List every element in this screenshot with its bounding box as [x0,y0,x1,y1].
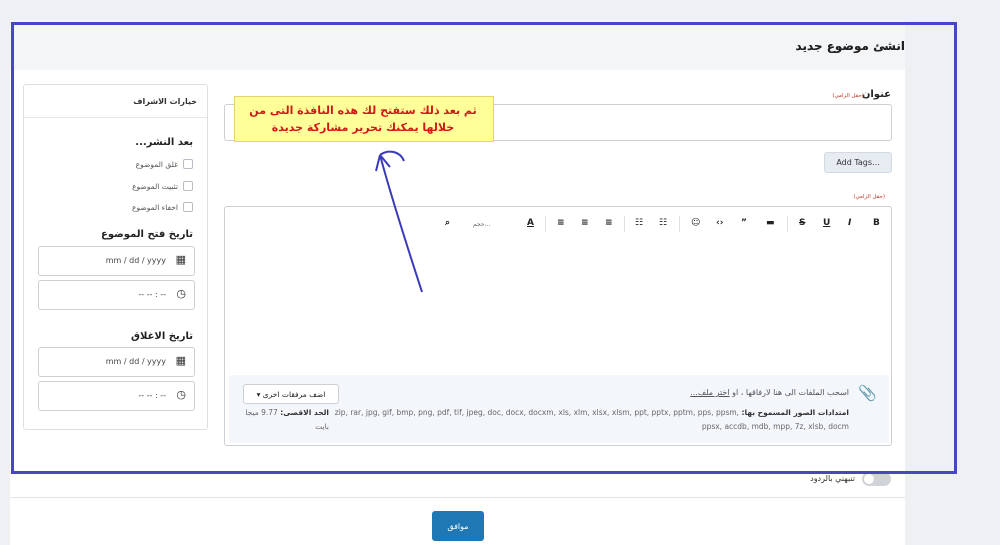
lock-topic-label: غلق الموضوع [135,159,178,169]
bold-button[interactable]: B [873,218,880,228]
toolbar-separator [787,216,788,232]
allowed-extensions-label: امتدادات الصور المسموح بها: [741,408,849,417]
numbered-list-icon[interactable]: ☷ [659,218,667,228]
add-attachments-label: اضف مرفقات اخرى [262,389,326,399]
strikethrough-button[interactable]: S [799,218,805,228]
emoji-icon[interactable]: ☺ [691,218,700,228]
quote-icon[interactable]: ” [741,218,747,228]
bullet-list-icon[interactable]: ☷ [635,218,643,228]
open-date-label: تاريخ فتح الموضوع [101,229,193,240]
open-date-input[interactable]: mm / dd / yyyy ▦ [38,246,195,276]
clock-icon[interactable]: ◷ [176,287,186,300]
sidebar-title: خيارات الاشراف [133,97,197,106]
sidebar-divider [24,117,207,118]
editor-toolbar: B I U S ▬ ” ‹› ☺ ☷ ☷ ≡ ≡ ≡ A حجم... ⌕ [225,207,891,241]
hide-topic-label: اخفاء الموضوع [131,202,178,212]
clock-icon[interactable]: ◷ [176,388,186,401]
close-time-placeholder: -- -- : -- [138,391,166,400]
title-label: عنوان [861,89,891,100]
calendar-icon[interactable]: ▦ [176,253,186,266]
callout-text: ثم بعد ذلك ستفتح لك هذه النافذة التى من … [249,104,477,134]
close-date-label: تاريخ الاغلاق [131,331,193,342]
open-time-placeholder: -- -- : -- [138,290,166,299]
lock-topic-checkbox[interactable] [183,159,193,169]
drop-text: اسحب الملفات الى هنا لارفاقها ، او [732,388,849,397]
open-time-input[interactable]: -- -- : -- ◷ [38,280,195,310]
font-color-button[interactable]: A [527,218,534,228]
font-size-dropdown[interactable]: حجم... [473,221,490,228]
submit-button[interactable]: موافق [432,511,484,541]
page-heading: انشئ موضوع جديد [795,39,905,53]
close-date-input[interactable]: mm / dd / yyyy ▦ [38,347,195,377]
allowed-extensions: امتدادات الصور المسموح بها: zip, rar, jp… [324,406,849,434]
calendar-icon[interactable]: ▦ [176,354,186,367]
close-time-input[interactable]: -- -- : -- ◷ [38,381,195,411]
pin-topic-checkbox-row[interactable]: تثبيت الموضوع [132,181,193,191]
code-icon[interactable]: ‹› [716,218,723,228]
title-required-note: (حقل الزامي) [832,93,864,99]
italic-button[interactable]: I [848,218,851,228]
moderation-sidebar: خيارات الاشراف بعد النشر... غلق الموضوع … [23,84,208,430]
pin-topic-label: تثبيت الموضوع [132,181,178,191]
pin-topic-checkbox[interactable] [183,181,193,191]
close-date-placeholder: mm / dd / yyyy [105,357,166,366]
footer-divider [10,497,905,498]
notify-replies-label: تنبهني بالردود [810,474,855,483]
hide-topic-checkbox-row[interactable]: اخفاء الموضوع [132,202,193,212]
spoiler-icon[interactable]: ▬ [766,218,775,228]
attachment-dropzone[interactable]: 📎 اسحب الملفات الى هنا لارفاقها ، او اخت… [229,375,889,443]
after-publish-label: بعد النشر... [135,137,193,148]
editor-required-note: (حقل الزامي) [853,194,885,200]
browse-file-link[interactable]: اختر ملف... [690,388,729,397]
paperclip-icon: 📎 [858,384,877,402]
lock-topic-checkbox-row[interactable]: غلق الموضوع [136,159,193,169]
drop-instructions: اسحب الملفات الى هنا لارفاقها ، او اختر … [690,388,849,397]
toolbar-separator [624,216,625,232]
caret-down-icon: ▾ [256,389,263,399]
max-size: الحد الاقصى: 9.77 ميجا بايت [237,406,329,434]
hide-topic-checkbox[interactable] [183,202,193,212]
underline-button[interactable]: U [823,218,830,228]
annotation-arrow [375,150,423,293]
search-icon[interactable]: ⌕ [445,218,450,228]
align-right-icon[interactable]: ≡ [605,218,613,228]
open-date-placeholder: mm / dd / yyyy [105,256,166,265]
max-size-label: الحد الاقصى: [280,408,329,417]
align-left-icon[interactable]: ≡ [557,218,565,228]
post-editor[interactable]: B I U S ▬ ” ‹› ☺ ☷ ☷ ≡ ≡ ≡ A حجم... ⌕ 📎 … [224,206,892,446]
add-tags-button[interactable]: Add Tags... [824,152,892,173]
add-attachments-button[interactable]: اضف مرفقات اخرى ▾ [243,384,339,404]
toolbar-separator [679,216,680,232]
tutorial-callout: ثم بعد ذلك ستفتح لك هذه النافذة التى من … [234,96,494,142]
align-center-icon[interactable]: ≡ [581,218,589,228]
toolbar-separator [545,216,546,232]
notify-replies-toggle[interactable] [862,472,891,486]
